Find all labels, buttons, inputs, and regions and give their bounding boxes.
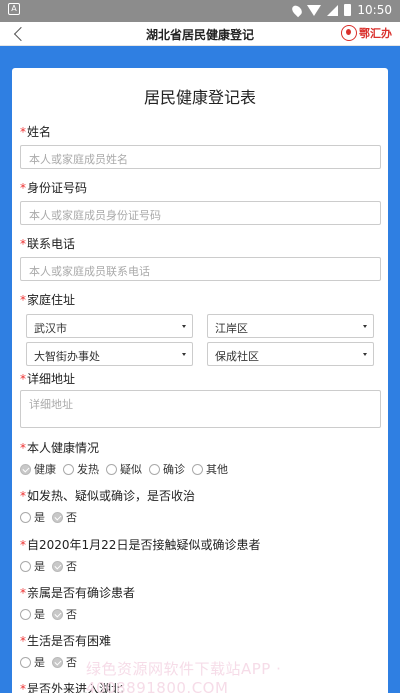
radio-icon: [20, 608, 31, 620]
health-options: 健康 发热 疑似 确诊 其他: [20, 461, 235, 477]
q1-yes[interactable]: 是: [20, 509, 45, 525]
id-label: *身份证号码: [20, 181, 88, 195]
phone-input[interactable]: 本人或家庭成员联系电话: [20, 257, 381, 281]
battery-icon: [344, 4, 352, 16]
form-title: 居民健康登记表: [143, 88, 256, 107]
radio-icon: [149, 463, 160, 475]
q2-label: *自2020年1月22日是否接触疑似或确诊患者: [20, 538, 261, 552]
health-label: *本人健康情况: [20, 441, 100, 455]
health-option-healthy[interactable]: 健康: [20, 461, 56, 477]
logo-text: 鄂汇办: [359, 27, 392, 40]
radio-checked-icon: [52, 608, 63, 620]
q3-options: 是 否: [20, 606, 84, 622]
status-time: 10:50: [357, 3, 392, 17]
district-select[interactable]: 江岸区: [207, 314, 374, 338]
q1-label: *如发热、疑似或确诊，是否收治: [20, 489, 196, 503]
q2-yes[interactable]: 是: [20, 558, 45, 574]
health-option-confirmed[interactable]: 确诊: [149, 461, 185, 477]
status-bar: A 10:50: [0, 0, 400, 22]
id-number-input[interactable]: 本人或家庭成员身份证号码: [20, 201, 381, 225]
signal-icon: [327, 4, 339, 16]
radio-icon: [63, 463, 74, 475]
q4-options: 是 否: [20, 654, 84, 670]
detail-address-label: *详细地址: [20, 372, 76, 386]
q2-no[interactable]: 否: [52, 558, 77, 574]
community-select[interactable]: 保成社区: [207, 342, 374, 366]
q3-label: *亲属是否有确诊患者: [20, 586, 136, 600]
app-logo: 鄂汇办: [341, 25, 392, 41]
logo-icon: [341, 25, 357, 41]
name-label: *姓名: [20, 125, 52, 139]
radio-icon: [20, 511, 31, 523]
dropdown-caret-icon: [182, 353, 186, 356]
health-option-fever[interactable]: 发热: [63, 461, 99, 477]
watermark: 绿色资源网软件下载站APP · 4008891800.COM: [86, 660, 282, 693]
city-select[interactable]: 武汉市: [26, 314, 193, 338]
dropdown-caret-icon: [363, 353, 367, 356]
radio-icon: [20, 656, 31, 668]
radio-checked-icon: [52, 511, 63, 523]
q4-yes[interactable]: 是: [20, 654, 45, 670]
page-title: 湖北省居民健康登记: [145, 28, 254, 42]
radio-checked-icon: [52, 656, 63, 668]
q1-no[interactable]: 否: [52, 509, 77, 525]
q3-no[interactable]: 否: [52, 606, 77, 622]
dropdown-caret-icon: [363, 325, 367, 328]
form-card: 居民健康登记表 *姓名 本人或家庭成员姓名 *身份证号码 本人或家庭成员身份证号…: [12, 68, 388, 693]
address-label: *家庭住址: [20, 293, 76, 307]
health-option-suspected[interactable]: 疑似: [106, 461, 142, 477]
health-option-other[interactable]: 其他: [192, 461, 228, 477]
q1-options: 是 否: [20, 509, 84, 525]
name-input[interactable]: 本人或家庭成员姓名: [20, 145, 381, 169]
radio-icon: [106, 463, 117, 475]
radio-icon: [192, 463, 203, 475]
wifi-icon: [307, 4, 322, 16]
q4-label: *生活是否有困难: [20, 634, 112, 648]
q3-yes[interactable]: 是: [20, 606, 45, 622]
radio-checked-icon: [52, 560, 63, 572]
street-select[interactable]: 大智街办事处: [26, 342, 193, 366]
nav-bar: 湖北省居民健康登记 鄂汇办: [0, 22, 400, 46]
radio-checked-icon: [20, 463, 31, 475]
radio-icon: [20, 560, 31, 572]
phone-label: *联系电话: [20, 237, 76, 251]
debug-icon: A: [8, 3, 20, 15]
dropdown-caret-icon: [182, 325, 186, 328]
location-icon: [290, 3, 305, 17]
detail-address-input[interactable]: 详细地址: [20, 390, 381, 428]
q2-options: 是 否: [20, 558, 84, 574]
q4-no[interactable]: 否: [52, 654, 77, 670]
